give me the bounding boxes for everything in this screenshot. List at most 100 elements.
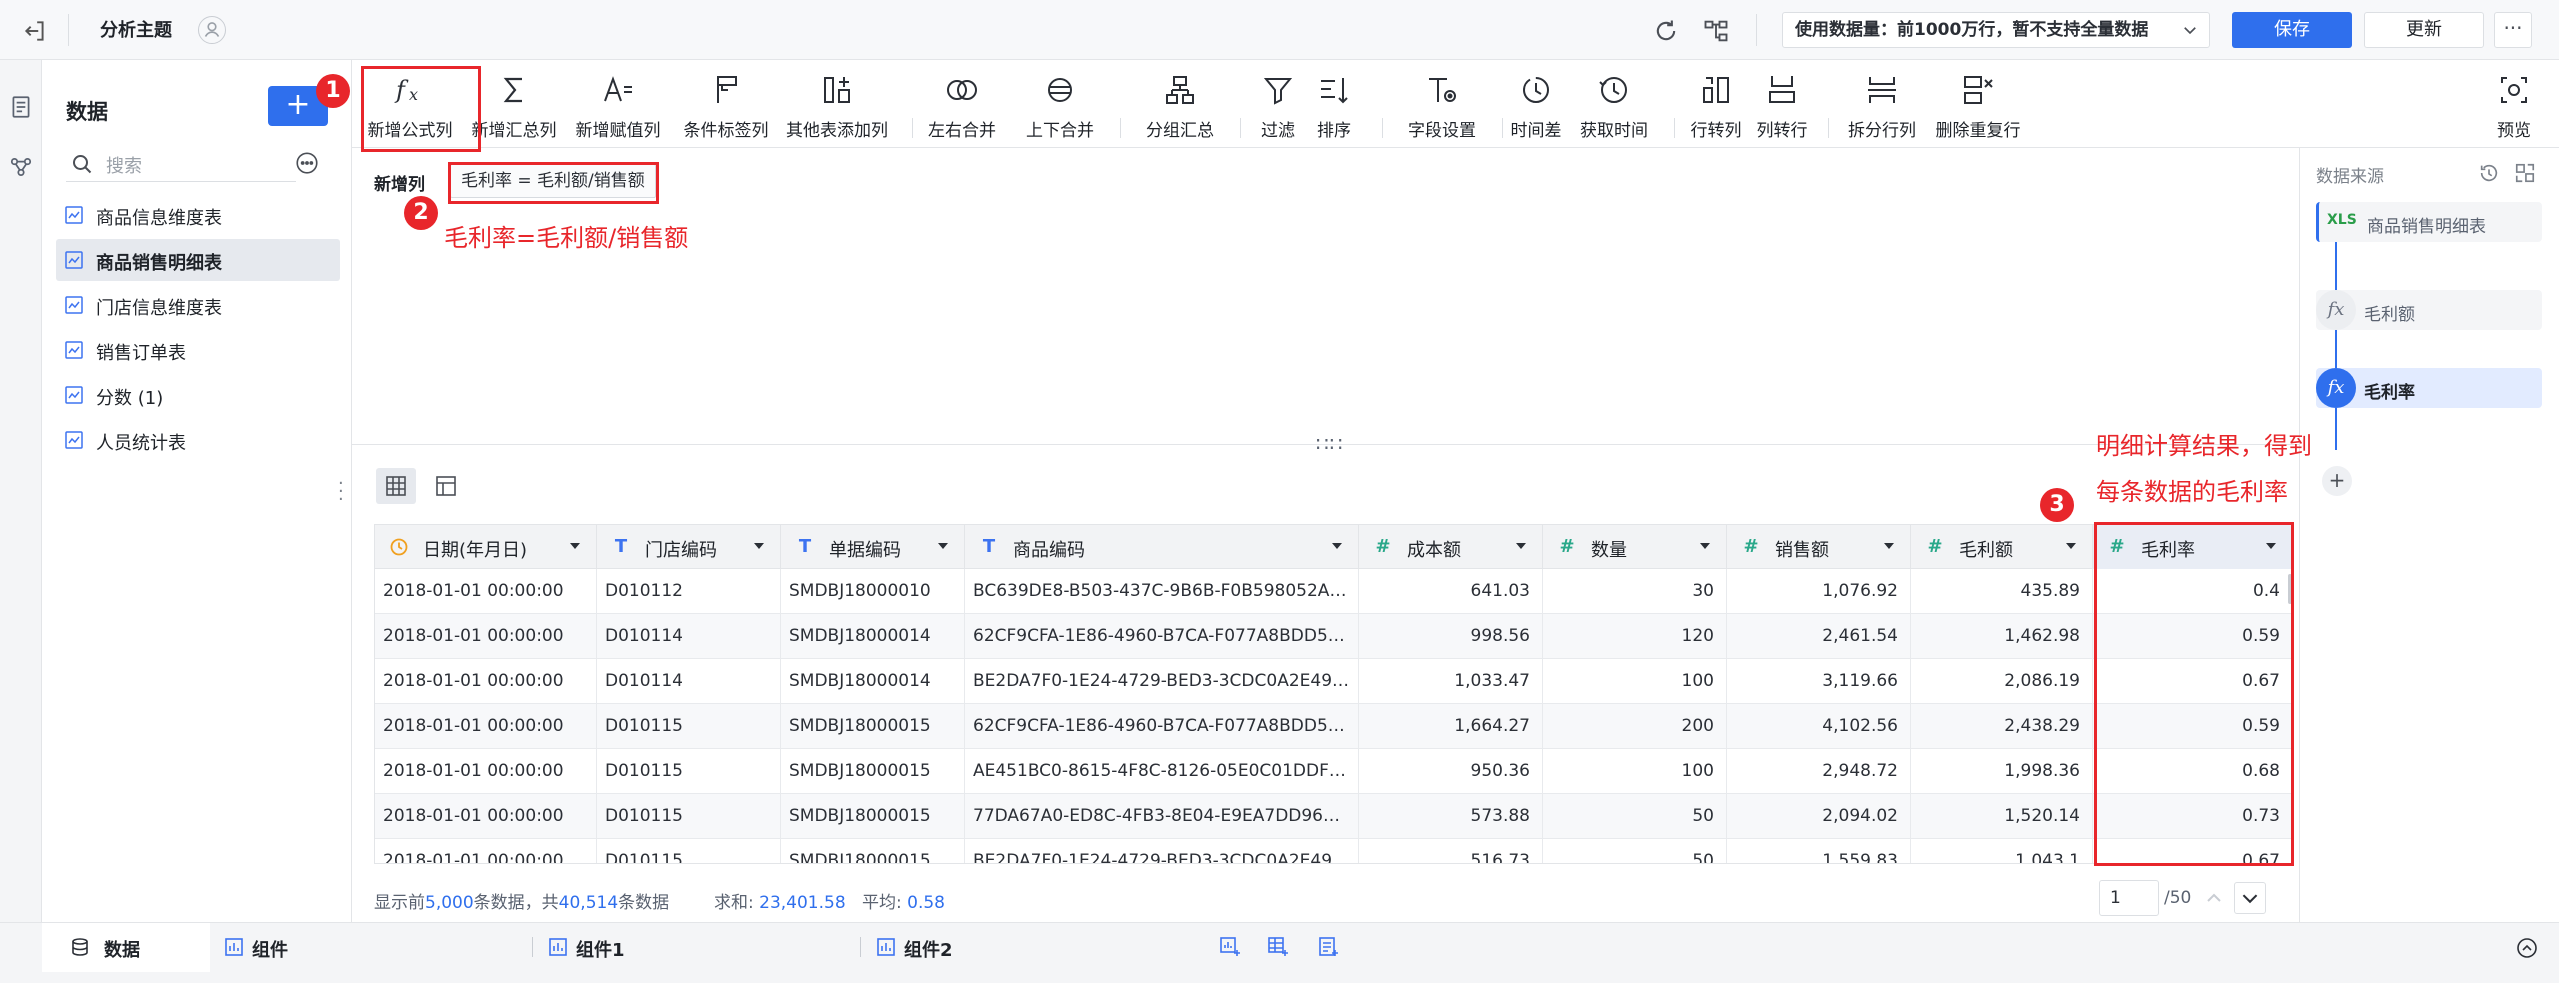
data-usage-select[interactable]: 使用数据量：前1000万行，暂不支持全量数据 (1782, 12, 2210, 48)
add-column-button[interactable]: + (2322, 466, 2352, 496)
table-scrollbar[interactable] (2288, 574, 2292, 604)
lineage-node-gross-profit[interactable]: fx 毛利额 (2316, 290, 2542, 330)
table-cell[interactable]: D010115 (597, 704, 781, 748)
table-cell[interactable]: 1,462.98 (1911, 614, 2093, 658)
table-cell[interactable]: 0.68 (2093, 749, 2291, 793)
table-cell[interactable]: 516.73 (1359, 839, 1543, 863)
tab-component-2[interactable]: 组件2 (862, 923, 1188, 972)
time-diff-button[interactable]: 时间差 (1502, 64, 1570, 144)
table-cell[interactable]: 0.67 (2093, 839, 2291, 863)
dedupe-button[interactable]: 删除重复行 (1926, 64, 2030, 144)
table-row[interactable]: 2018-01-01 00:00:00 D010114 SMDBJ18000014 B… (375, 659, 2291, 704)
table-cell[interactable]: 0.73 (2093, 794, 2291, 838)
table-row[interactable]: 2018-01-01 00:00:00 D010112 SMDBJ18000010 B… (375, 569, 2291, 614)
table-cell[interactable]: 2,948.72 (1727, 749, 1911, 793)
table-row[interactable]: 2018-01-01 00:00:00 D010115 SMDBJ18000015 B… (375, 839, 2291, 863)
filter-button[interactable]: 过滤 (1250, 64, 1306, 144)
table-cell[interactable]: 4,102.56 (1727, 704, 1911, 748)
refresh-icon[interactable] (1652, 17, 1680, 45)
column-header-store[interactable]: T 门店编码 (597, 525, 781, 569)
table-cell[interactable]: 2018-01-01 00:00:00 (375, 569, 597, 613)
sidebar-item-orders[interactable]: 销售订单表 (56, 329, 340, 371)
history-icon[interactable] (2478, 162, 2500, 184)
search-input[interactable]: 搜索 (106, 152, 142, 178)
table-cell[interactable]: 2018-01-01 00:00:00 (375, 839, 597, 863)
caret-down-icon[interactable] (2264, 539, 2278, 553)
table-cell[interactable]: D010114 (597, 659, 781, 703)
caret-down-icon[interactable] (1330, 539, 1344, 553)
caret-down-icon[interactable] (1514, 539, 1528, 553)
table-cell[interactable]: SMDBJ18000015 (781, 704, 965, 748)
table-cell[interactable]: 1,520.14 (1911, 794, 2093, 838)
table-cell[interactable]: 3,119.66 (1727, 659, 1911, 703)
lineage-icon[interactable] (1702, 17, 1730, 45)
table-cell[interactable]: SMDBJ18000014 (781, 614, 965, 658)
column-header-sales[interactable]: # 销售额 (1727, 525, 1911, 569)
caret-down-icon[interactable] (1882, 539, 1896, 553)
table-cell[interactable]: 1,559.83 (1727, 839, 1911, 863)
table-cell[interactable]: 0.4 (2093, 569, 2291, 613)
table-cell[interactable]: BE2DA7F0-1E24-4729-BED3-3CDC0A2E4918 (965, 839, 1359, 863)
table-cell[interactable]: D010115 (597, 839, 781, 863)
pivot-view-toggle[interactable] (426, 468, 466, 504)
caret-down-icon[interactable] (2064, 539, 2078, 553)
table-cell[interactable]: 998.56 (1359, 614, 1543, 658)
table-cell[interactable]: 0.59 (2093, 614, 2291, 658)
table-row[interactable]: 2018-01-01 00:00:00 D010115 SMDBJ18000015 A… (375, 749, 2291, 794)
table-cell[interactable]: 950.36 (1359, 749, 1543, 793)
table-cell[interactable]: 77DA67A0-ED8C-4FB3-8E04-E9EA7DD96B… (965, 794, 1359, 838)
table-cell[interactable]: SMDBJ18000015 (781, 794, 965, 838)
table-cell[interactable]: SMDBJ18000010 (781, 569, 965, 613)
table-cell[interactable]: 1,033.47 (1359, 659, 1543, 703)
merge-vertical-button[interactable]: 上下合并 (1020, 64, 1100, 144)
split-button[interactable]: 拆分行列 (1840, 64, 1924, 144)
table-cell[interactable]: 2,461.54 (1727, 614, 1911, 658)
add-formula-column-button[interactable]: fx 新增公式列 (358, 64, 462, 144)
table-cell[interactable]: 2018-01-01 00:00:00 (375, 614, 597, 658)
sidebar-item-scores[interactable]: 分数 (1) (56, 374, 340, 416)
table-cell[interactable]: D010115 (597, 749, 781, 793)
more-button[interactable]: ··· (2494, 12, 2532, 48)
grid-view-toggle[interactable] (376, 468, 416, 504)
chevron-down-icon[interactable] (2234, 882, 2266, 914)
lineage-node-source[interactable]: XLS 商品销售明细表 (2316, 202, 2542, 242)
table-cell[interactable]: 573.88 (1359, 794, 1543, 838)
tab-data[interactable]: 数据 (42, 923, 210, 972)
table-cell[interactable]: 2018-01-01 00:00:00 (375, 794, 597, 838)
table-cell[interactable]: 50 (1543, 839, 1727, 863)
table-cell[interactable]: SMDBJ18000015 (781, 749, 965, 793)
sidebar-item-sales-detail[interactable]: 商品销售明细表 (56, 239, 340, 281)
add-table-icon[interactable] (1266, 935, 1290, 959)
table-cell[interactable]: D010114 (597, 614, 781, 658)
table-cell[interactable]: 100 (1543, 659, 1727, 703)
table-cell[interactable]: 62CF9CFA-1E86-4960-B7CA-F077A8BDD5A6 (965, 704, 1359, 748)
sidebar-item-store-dim[interactable]: 门店信息维度表 (56, 284, 340, 326)
table-cell[interactable]: 100 (1543, 749, 1727, 793)
formula-input[interactable]: 毛利率 = 毛利额/销售额 (450, 164, 656, 198)
tab-component[interactable]: 组件 (210, 923, 530, 972)
resize-handle-horizontal[interactable]: ∷∷ (1316, 432, 1343, 456)
table-row[interactable]: 2018-01-01 00:00:00 D010115 SMDBJ18000015 7… (375, 794, 2291, 839)
get-time-button[interactable]: 获取时间 (1572, 64, 1656, 144)
table-cell[interactable]: 1,664.27 (1359, 704, 1543, 748)
table-row[interactable]: 2018-01-01 00:00:00 D010115 SMDBJ18000015 6… (375, 704, 2291, 749)
table-cell[interactable]: SMDBJ18000014 (781, 659, 965, 703)
column-header-gross-profit[interactable]: # 毛利额 (1911, 525, 2093, 569)
row-to-column-button[interactable]: 行转列 (1682, 64, 1750, 144)
table-cell[interactable]: 120 (1543, 614, 1727, 658)
table-cell[interactable]: 50 (1543, 794, 1727, 838)
table-cell[interactable]: BE2DA7F0-1E24-4729-BED3-3CDC0A2E4918 (965, 659, 1359, 703)
data-doc-icon[interactable] (8, 94, 34, 120)
table-cell[interactable]: D010112 (597, 569, 781, 613)
table-cell[interactable]: 0.59 (2093, 704, 2291, 748)
column-header-doc[interactable]: T 单据编码 (781, 525, 965, 569)
group-summary-button[interactable]: 分组汇总 (1140, 64, 1220, 144)
table-cell[interactable]: 0.67 (2093, 659, 2291, 703)
table-cell[interactable]: 1,043.1 (1911, 839, 2093, 863)
table-cell[interactable]: 435.89 (1911, 569, 2093, 613)
column-header-qty[interactable]: # 数量 (1543, 525, 1727, 569)
caret-down-icon[interactable] (1698, 539, 1712, 553)
sidebar-item-staff[interactable]: 人员统计表 (56, 419, 340, 461)
layout-icon[interactable] (2514, 162, 2536, 184)
page-input[interactable]: 1 (2099, 880, 2159, 916)
